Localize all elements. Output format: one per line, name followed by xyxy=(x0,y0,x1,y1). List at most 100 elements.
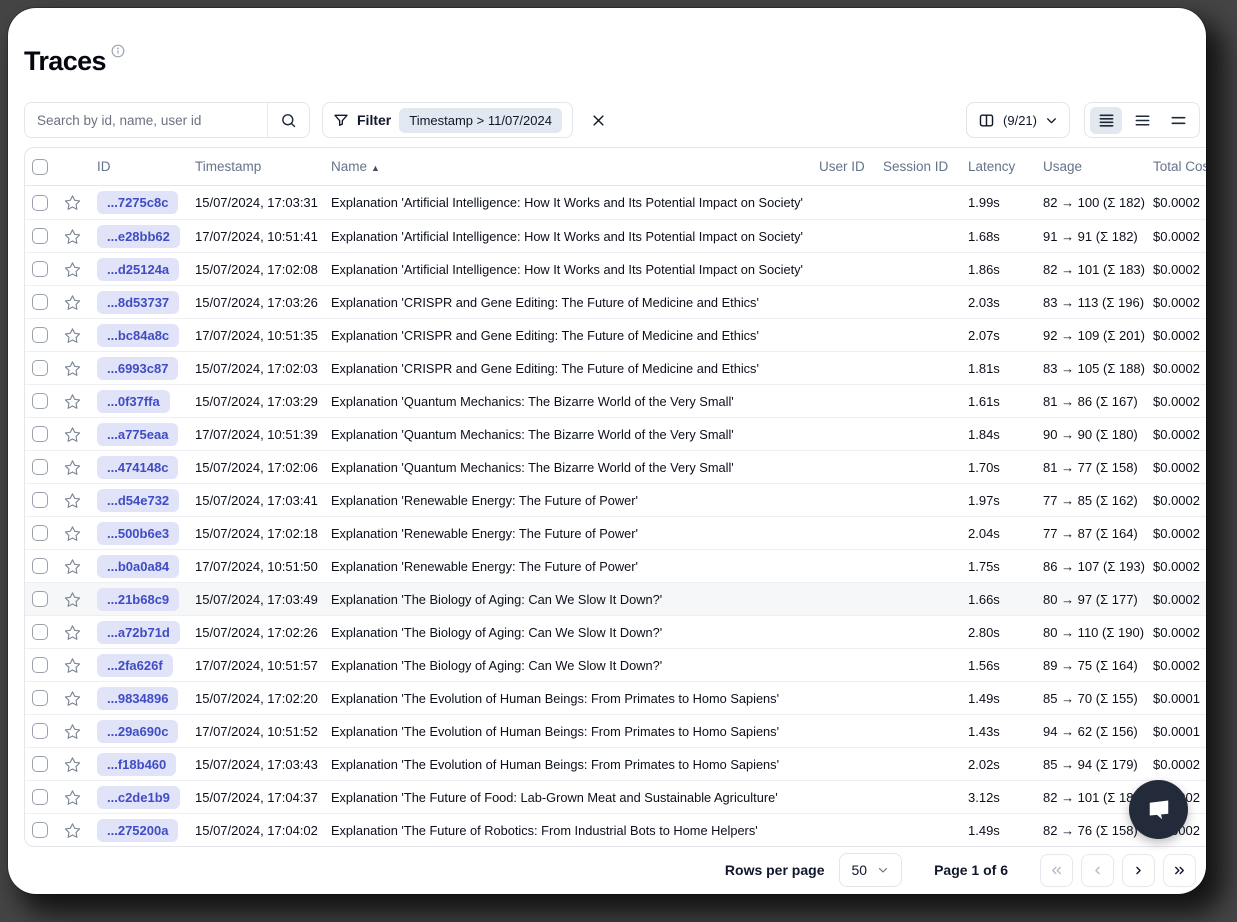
row-checkbox[interactable] xyxy=(32,492,48,508)
filter-button[interactable]: Filter Timestamp > 11/07/2024 xyxy=(322,102,573,138)
star-icon[interactable] xyxy=(64,393,81,410)
column-header-usage[interactable]: Usage xyxy=(1035,159,1145,174)
row-checkbox[interactable] xyxy=(32,261,48,277)
row-checkbox[interactable] xyxy=(32,327,48,343)
trace-id-badge[interactable]: ...6993c87 xyxy=(97,357,178,380)
row-checkbox[interactable] xyxy=(32,360,48,376)
column-header-latency[interactable]: Latency xyxy=(960,159,1035,174)
column-header-id[interactable]: ID xyxy=(89,159,187,174)
trace-id-badge[interactable]: ...29a690c xyxy=(97,720,178,743)
table-row[interactable]: ...a775eaa 17/07/2024, 10:51:39 Explanat… xyxy=(25,417,1206,450)
table-row[interactable]: ...9834896 15/07/2024, 17:02:20 Explanat… xyxy=(25,681,1206,714)
row-checkbox[interactable] xyxy=(32,756,48,772)
row-checkbox[interactable] xyxy=(32,459,48,475)
trace-id-badge[interactable]: ...b0a0a84 xyxy=(97,555,179,578)
star-icon[interactable] xyxy=(64,690,81,707)
row-checkbox[interactable] xyxy=(32,294,48,310)
row-checkbox[interactable] xyxy=(32,426,48,442)
column-header-name[interactable]: Name▲ xyxy=(323,159,811,174)
star-icon[interactable] xyxy=(64,789,81,806)
table-row[interactable]: ...21b68c9 15/07/2024, 17:03:49 Explanat… xyxy=(25,582,1206,615)
column-header-total-cost[interactable]: Total Cost xyxy=(1145,159,1206,174)
star-icon[interactable] xyxy=(64,558,81,575)
star-icon[interactable] xyxy=(64,624,81,641)
table-row[interactable]: ...8d53737 15/07/2024, 17:03:26 Explanat… xyxy=(25,285,1206,318)
table-row[interactable]: ...474148c 15/07/2024, 17:02:06 Explanat… xyxy=(25,450,1206,483)
last-page-button[interactable] xyxy=(1163,854,1196,887)
row-checkbox[interactable] xyxy=(32,690,48,706)
row-checkbox[interactable] xyxy=(32,591,48,607)
row-checkbox[interactable] xyxy=(32,525,48,541)
column-header-timestamp[interactable]: Timestamp xyxy=(187,159,323,174)
star-icon[interactable] xyxy=(64,228,81,245)
table-row[interactable]: ...e28bb62 17/07/2024, 10:51:41 Explanat… xyxy=(25,219,1206,252)
first-page-button[interactable] xyxy=(1040,854,1073,887)
row-checkbox[interactable] xyxy=(32,723,48,739)
column-header-session-id[interactable]: Session ID xyxy=(875,159,960,174)
trace-id-badge[interactable]: ...2fa626f xyxy=(97,654,173,677)
star-icon[interactable] xyxy=(64,756,81,773)
star-icon[interactable] xyxy=(64,459,81,476)
table-row[interactable]: ...7275c8c 15/07/2024, 17:03:31 Explanat… xyxy=(25,186,1206,219)
row-checkbox[interactable] xyxy=(32,228,48,244)
table-row[interactable]: ...0f37ffa 15/07/2024, 17:03:29 Explanat… xyxy=(25,384,1206,417)
row-checkbox[interactable] xyxy=(32,195,48,211)
trace-id-badge[interactable]: ...0f37ffa xyxy=(97,390,170,413)
row-checkbox[interactable] xyxy=(32,822,48,838)
previous-page-button[interactable] xyxy=(1081,854,1114,887)
row-checkbox[interactable] xyxy=(32,624,48,640)
row-checkbox[interactable] xyxy=(32,393,48,409)
trace-id-badge[interactable]: ...9834896 xyxy=(97,687,178,710)
row-checkbox[interactable] xyxy=(32,657,48,673)
star-icon[interactable] xyxy=(64,591,81,608)
density-compact-button[interactable] xyxy=(1090,107,1122,134)
clear-filter-button[interactable] xyxy=(591,113,606,128)
filter-chip[interactable]: Timestamp > 11/07/2024 xyxy=(399,108,562,133)
star-icon[interactable] xyxy=(64,492,81,509)
table-row[interactable]: ...b0a0a84 17/07/2024, 10:51:50 Explanat… xyxy=(25,549,1206,582)
star-icon[interactable] xyxy=(64,294,81,311)
search-button[interactable] xyxy=(267,103,309,137)
column-header-user-id[interactable]: User ID xyxy=(811,159,875,174)
star-icon[interactable] xyxy=(64,822,81,839)
chat-widget-button[interactable] xyxy=(1129,780,1188,839)
column-visibility-button[interactable]: (9/21) xyxy=(966,102,1070,138)
star-icon[interactable] xyxy=(64,723,81,740)
trace-id-badge[interactable]: ...a775eaa xyxy=(97,423,178,446)
star-icon[interactable] xyxy=(64,327,81,344)
trace-id-badge[interactable]: ...21b68c9 xyxy=(97,588,179,611)
select-all-checkbox[interactable] xyxy=(32,159,48,175)
row-checkbox[interactable] xyxy=(32,789,48,805)
trace-id-badge[interactable]: ...7275c8c xyxy=(97,191,178,214)
table-row[interactable]: ...29a690c 17/07/2024, 10:51:52 Explanat… xyxy=(25,714,1206,747)
density-comfortable-button[interactable] xyxy=(1162,107,1194,134)
trace-id-badge[interactable]: ...d54e732 xyxy=(97,489,179,512)
table-row[interactable]: ...2fa626f 17/07/2024, 10:51:57 Explanat… xyxy=(25,648,1206,681)
star-icon[interactable] xyxy=(64,360,81,377)
rows-per-page-select[interactable]: 50 xyxy=(839,853,903,887)
table-row[interactable]: ...f18b460 15/07/2024, 17:03:43 Explanat… xyxy=(25,747,1206,780)
star-icon[interactable] xyxy=(64,261,81,278)
trace-id-badge[interactable]: ...c2de1b9 xyxy=(97,786,180,809)
trace-id-badge[interactable]: ...474148c xyxy=(97,456,178,479)
table-row[interactable]: ...d54e732 15/07/2024, 17:03:41 Explanat… xyxy=(25,483,1206,516)
star-icon[interactable] xyxy=(64,525,81,542)
star-icon[interactable] xyxy=(64,194,81,211)
trace-id-badge[interactable]: ...d25124a xyxy=(97,258,179,281)
table-row[interactable]: ...500b6e3 15/07/2024, 17:02:18 Explanat… xyxy=(25,516,1206,549)
density-medium-button[interactable] xyxy=(1126,107,1158,134)
row-checkbox[interactable] xyxy=(32,558,48,574)
next-page-button[interactable] xyxy=(1122,854,1155,887)
table-row[interactable]: ...275200a 15/07/2024, 17:04:02 Explanat… xyxy=(25,813,1206,846)
info-icon[interactable] xyxy=(111,44,125,58)
star-icon[interactable] xyxy=(64,657,81,674)
table-row[interactable]: ...d25124a 15/07/2024, 17:02:08 Explanat… xyxy=(25,252,1206,285)
trace-id-badge[interactable]: ...500b6e3 xyxy=(97,522,179,545)
trace-id-badge[interactable]: ...a72b71d xyxy=(97,621,180,644)
table-row[interactable]: ...bc84a8c 17/07/2024, 10:51:35 Explanat… xyxy=(25,318,1206,351)
trace-id-badge[interactable]: ...f18b460 xyxy=(97,753,176,776)
trace-id-badge[interactable]: ...bc84a8c xyxy=(97,324,179,347)
trace-id-badge[interactable]: ...e28bb62 xyxy=(97,225,180,248)
trace-id-badge[interactable]: ...275200a xyxy=(97,819,178,842)
table-row[interactable]: ...a72b71d 15/07/2024, 17:02:26 Explanat… xyxy=(25,615,1206,648)
